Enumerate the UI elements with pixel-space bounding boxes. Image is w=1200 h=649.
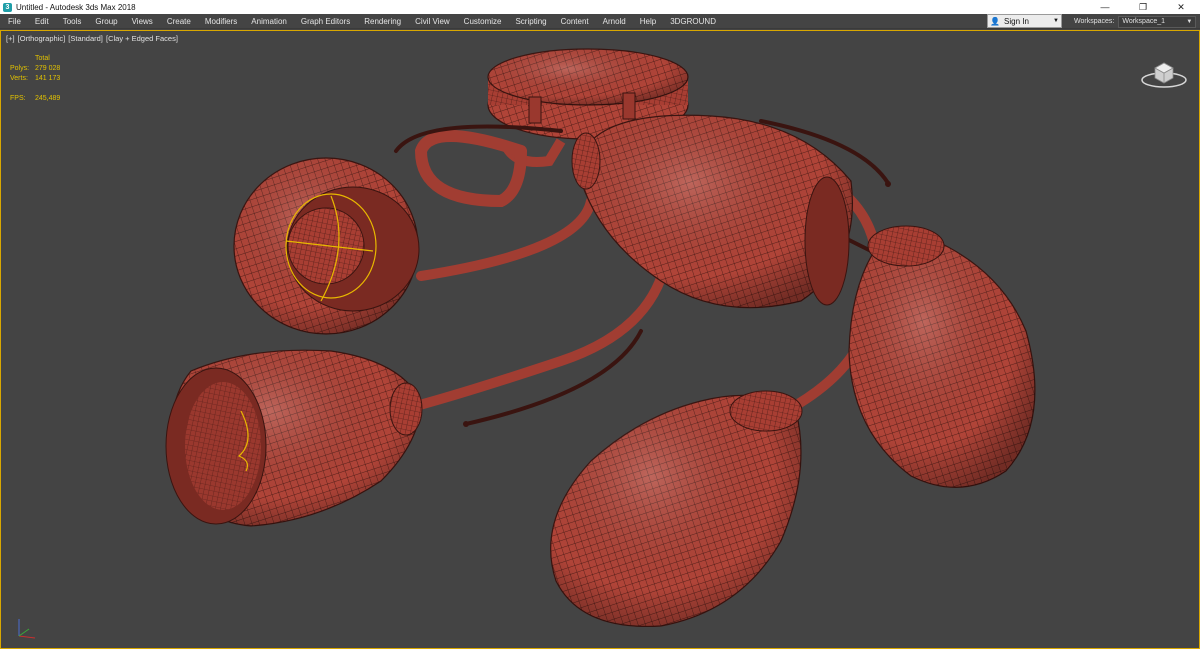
stats-polys-label: Polys: — [10, 65, 30, 72]
minimize-icon[interactable]: — — [1086, 0, 1124, 14]
stats-polys-value: 279 028 — [35, 65, 61, 72]
viewport-statistics: Total Polys: 279 028 Verts: 141 173 FPS:… — [10, 54, 60, 104]
menu-create[interactable]: Create — [160, 17, 198, 26]
menu-scripting[interactable]: Scripting — [508, 17, 553, 26]
menu-edit[interactable]: Edit — [28, 17, 56, 26]
stats-verts-value: 141 173 — [35, 75, 61, 82]
window-titlebar: 3 Untitled - Autodesk 3ds Max 2018 — ❐ ✕ — [0, 0, 1200, 14]
menu-graph-editors[interactable]: Graph Editors — [294, 17, 357, 26]
app-icon: 3 — [3, 2, 12, 12]
menu-help[interactable]: Help — [633, 17, 663, 26]
lamp-shade-right — [848, 225, 1036, 488]
workspace-value: Workspace_1 — [1122, 18, 1166, 25]
close-icon[interactable]: ✕ — [1162, 0, 1200, 14]
user-icon: 👤 — [990, 16, 1000, 26]
menu-3dground[interactable]: 3DGROUND — [663, 17, 723, 26]
workspaces-label: Workspaces: — [1074, 18, 1115, 25]
menu-tools[interactable]: Tools — [56, 17, 89, 26]
viewport-label[interactable]: [+] [Orthographic] [Standard] [Clay + Ed… — [6, 34, 179, 43]
sign-in-label: Sign In — [1004, 16, 1029, 26]
stats-fps-label: FPS: — [10, 95, 26, 102]
lamp-shade-bottom — [550, 390, 803, 628]
viewport-display-mode[interactable]: [Clay + Edged Faces] — [106, 34, 178, 43]
menu-customize[interactable]: Customize — [457, 17, 509, 26]
chandelier-model[interactable] — [1, 31, 1199, 648]
chevron-down-icon: ▼ — [1186, 18, 1193, 25]
menu-civil-view[interactable]: Civil View — [408, 17, 457, 26]
stats-total-header: Total — [35, 55, 50, 62]
menu-rendering[interactable]: Rendering — [357, 17, 408, 26]
workspaces-control: Workspaces: Workspace_1 ▼ — [1074, 14, 1197, 29]
restore-icon[interactable]: ❐ — [1124, 0, 1162, 14]
lamp-shade-lower-left — [165, 349, 423, 527]
perspective-viewport[interactable]: [+] [Orthographic] [Standard] [Clay + Ed… — [0, 30, 1200, 649]
menu-animation[interactable]: Animation — [244, 17, 294, 26]
viewport-view-type[interactable]: [Orthographic] — [18, 34, 66, 43]
axis-tripod-icon — [18, 619, 36, 639]
window-title: Untitled - Autodesk 3ds Max 2018 — [16, 2, 136, 12]
stats-verts-label: Verts: — [10, 75, 28, 82]
stats-fps-value: 245,489 — [35, 95, 61, 102]
viewcube-icon[interactable] — [1139, 56, 1189, 90]
menu-arnold[interactable]: Arnold — [596, 17, 633, 26]
menu-modifiers[interactable]: Modifiers — [198, 17, 244, 26]
menu-file[interactable]: File — [0, 17, 28, 26]
lamp-shade-top — [571, 114, 854, 309]
sign-in-dropdown[interactable]: 👤 Sign In ▼ — [987, 14, 1062, 28]
workspace-select[interactable]: Workspace_1 ▼ — [1118, 15, 1197, 28]
viewport-menu-plus[interactable]: [+] — [6, 34, 15, 43]
lamp-shade-left — [233, 157, 420, 335]
chevron-down-icon: ▼ — [1053, 18, 1059, 24]
menu-views[interactable]: Views — [125, 17, 160, 26]
menu-group[interactable]: Group — [88, 17, 124, 26]
viewport-shading-standard[interactable]: [Standard] — [68, 34, 103, 43]
menu-content[interactable]: Content — [554, 17, 596, 26]
